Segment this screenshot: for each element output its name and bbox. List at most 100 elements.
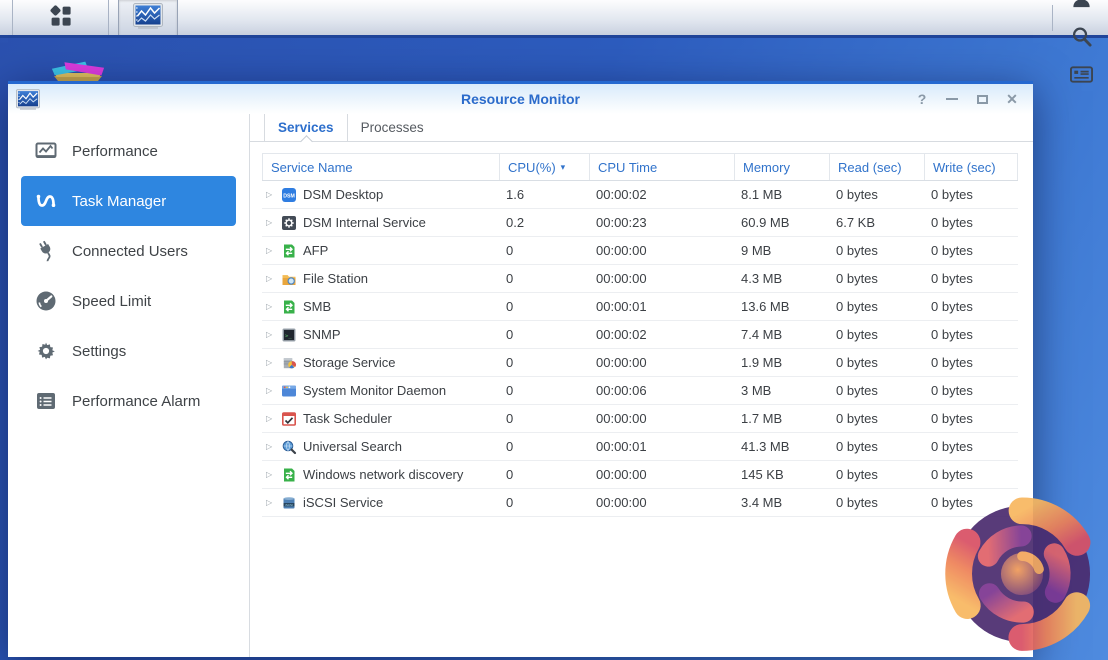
- service-name: Task Scheduler: [303, 411, 392, 426]
- main-menu-button[interactable]: [13, 0, 109, 35]
- desktop: Resource Monitor ?✕ Performance Task Man…: [0, 0, 1108, 660]
- expand-icon[interactable]: ▷: [266, 190, 275, 199]
- memory-cell: 4.3 MB: [735, 271, 830, 286]
- sidebar-item-label: Speed Limit: [72, 293, 151, 310]
- sidebar-item-speed-limit[interactable]: Speed Limit: [8, 276, 249, 326]
- table-row[interactable]: ▷ Storage Service000:00:001.9 MB0 bytes0…: [262, 349, 1018, 377]
- memory-cell: 3 MB: [735, 383, 830, 398]
- column-label: CPU(%): [508, 160, 556, 175]
- speedometer-icon: [34, 289, 58, 313]
- table-row[interactable]: ▷ SMB000:00:0113.6 MB0 bytes0 bytes: [262, 293, 1018, 321]
- tab-processes[interactable]: Processes: [347, 114, 437, 141]
- table-row[interactable]: ▷ DSMDSM Desktop1.600:00:028.1 MB0 bytes…: [262, 181, 1018, 209]
- list-icon: [34, 389, 58, 413]
- write-cell: 0 bytes: [925, 439, 1018, 454]
- service-name-cell: ▷ >_SNMP: [262, 327, 500, 343]
- expand-icon[interactable]: ▷: [266, 498, 275, 507]
- cpu-cell: 0: [500, 243, 590, 258]
- sort-desc-icon: ▾: [561, 162, 566, 173]
- memory-cell: 13.6 MB: [735, 299, 830, 314]
- services-table: Service Name CPU(%) ▾ CPU TimeMemory Read (s…: [262, 153, 1018, 517]
- table-row[interactable]: ▷ iSCSIiSCSI Service000:00:003.4 MB0 byt…: [262, 489, 1018, 517]
- table-row[interactable]: ▷ Windows network discovery000:00:00145 …: [262, 461, 1018, 489]
- sidebar-item-label: Performance Alarm: [72, 393, 200, 410]
- table-row[interactable]: ▷ >_SNMP000:00:027.4 MB0 bytes0 bytes: [262, 321, 1018, 349]
- sidebar-item-label: Task Manager: [72, 193, 166, 210]
- cpu-time-cell: 00:00:02: [590, 187, 735, 202]
- expand-icon[interactable]: ▷: [266, 358, 275, 367]
- search-button[interactable]: [1059, 18, 1104, 56]
- service-name-cell: ▷ Windows network discovery: [262, 467, 500, 483]
- svg-text:DSM: DSM: [283, 193, 295, 199]
- column-header-memory[interactable]: Memory: [735, 154, 830, 180]
- expand-icon[interactable]: ▷: [266, 302, 275, 311]
- universal-search-icon: [281, 439, 297, 455]
- resource-monitor-icon: [16, 89, 40, 110]
- expand-icon[interactable]: ▷: [266, 274, 275, 283]
- table-row[interactable]: ▷ DSM Internal Service0.200:00:2360.9 MB…: [262, 209, 1018, 237]
- file-transfer-icon: [281, 467, 297, 483]
- table-row[interactable]: ▷ Universal Search000:00:0141.3 MB0 byte…: [262, 433, 1018, 461]
- expand-icon[interactable]: ▷: [266, 470, 275, 479]
- memory-cell: 1.9 MB: [735, 355, 830, 370]
- write-cell: 0 bytes: [925, 187, 1018, 202]
- minimize-button[interactable]: [945, 92, 959, 106]
- cpu-cell: 0: [500, 355, 590, 370]
- column-label: Read (sec): [838, 160, 902, 175]
- column-header-write-sec[interactable]: Write (sec): [925, 154, 1018, 180]
- sidebar-item-connected-users[interactable]: Connected Users: [8, 226, 249, 276]
- sidebar-item-settings[interactable]: Settings: [8, 326, 249, 376]
- sidebar-item-performance[interactable]: Performance: [8, 126, 249, 176]
- help-button[interactable]: ?: [915, 92, 929, 106]
- titlebar[interactable]: Resource Monitor ?✕: [8, 84, 1033, 114]
- write-cell: 0 bytes: [925, 355, 1018, 370]
- sidebar-item-performance-alarm[interactable]: Performance Alarm: [8, 376, 249, 426]
- column-header-cpu[interactable]: CPU(%) ▾: [500, 154, 590, 180]
- table-row[interactable]: ▷ AFP000:00:009 MB0 bytes0 bytes: [262, 237, 1018, 265]
- cpu-time-cell: 00:00:02: [590, 327, 735, 342]
- table-row[interactable]: ▷ File Station000:00:004.3 MB0 bytes0 by…: [262, 265, 1018, 293]
- cpu-cell: 0: [500, 411, 590, 426]
- column-header-cpu-time[interactable]: CPU Time: [590, 154, 735, 180]
- service-name: SMB: [303, 299, 331, 314]
- sidebar-item-label: Connected Users: [72, 243, 188, 260]
- monitor-daemon-icon: [281, 383, 297, 399]
- tab-bar: ServicesProcesses: [250, 114, 1033, 142]
- cpu-time-cell: 00:00:01: [590, 299, 735, 314]
- read-cell: 0 bytes: [830, 411, 925, 426]
- widgets-button[interactable]: [1059, 56, 1104, 94]
- content-panel: ServicesProcesses Service NameCPU(%)▾CPU…: [250, 114, 1033, 657]
- expand-icon[interactable]: ▷: [266, 442, 275, 451]
- taskbar-resource-monitor-button[interactable]: [118, 0, 178, 35]
- expand-icon[interactable]: ▷: [266, 386, 275, 395]
- read-cell: 0 bytes: [830, 271, 925, 286]
- close-button[interactable]: ✕: [1005, 92, 1019, 106]
- service-name: Windows network discovery: [303, 467, 463, 482]
- write-cell: 0 bytes: [925, 383, 1018, 398]
- table-row[interactable]: ▷ System Monitor Daemon000:00:063 MB0 by…: [262, 377, 1018, 405]
- expand-icon[interactable]: ▷: [266, 246, 275, 255]
- plug-icon: [34, 239, 58, 263]
- column-header-service-name[interactable]: Service Name: [262, 154, 500, 180]
- cpu-cell: 0: [500, 467, 590, 482]
- expand-icon[interactable]: ▷: [266, 330, 275, 339]
- user-button[interactable]: [1059, 0, 1104, 18]
- expand-icon[interactable]: ▷: [266, 414, 275, 423]
- cpu-time-cell: 00:00:23: [590, 215, 735, 230]
- service-name: iSCSI Service: [303, 495, 383, 510]
- sidebar-item-label: Performance: [72, 143, 158, 160]
- cpu-time-cell: 00:00:00: [590, 355, 735, 370]
- service-name-cell: ▷ Storage Service: [262, 355, 500, 371]
- column-header-read-sec[interactable]: Read (sec): [830, 154, 925, 180]
- cpu-cell: 0: [500, 271, 590, 286]
- table-row[interactable]: ▷ Task Scheduler000:00:001.7 MB0 bytes0 …: [262, 405, 1018, 433]
- maximize-button[interactable]: [975, 92, 989, 106]
- file-station-icon: [281, 271, 297, 287]
- sidebar-item-task-manager[interactable]: Task Manager: [21, 176, 236, 226]
- resource-monitor-icon: [133, 3, 163, 32]
- service-name: File Station: [303, 271, 368, 286]
- expand-icon[interactable]: ▷: [266, 218, 275, 227]
- memory-cell: 7.4 MB: [735, 327, 830, 342]
- read-cell: 0 bytes: [830, 243, 925, 258]
- read-cell: 0 bytes: [830, 439, 925, 454]
